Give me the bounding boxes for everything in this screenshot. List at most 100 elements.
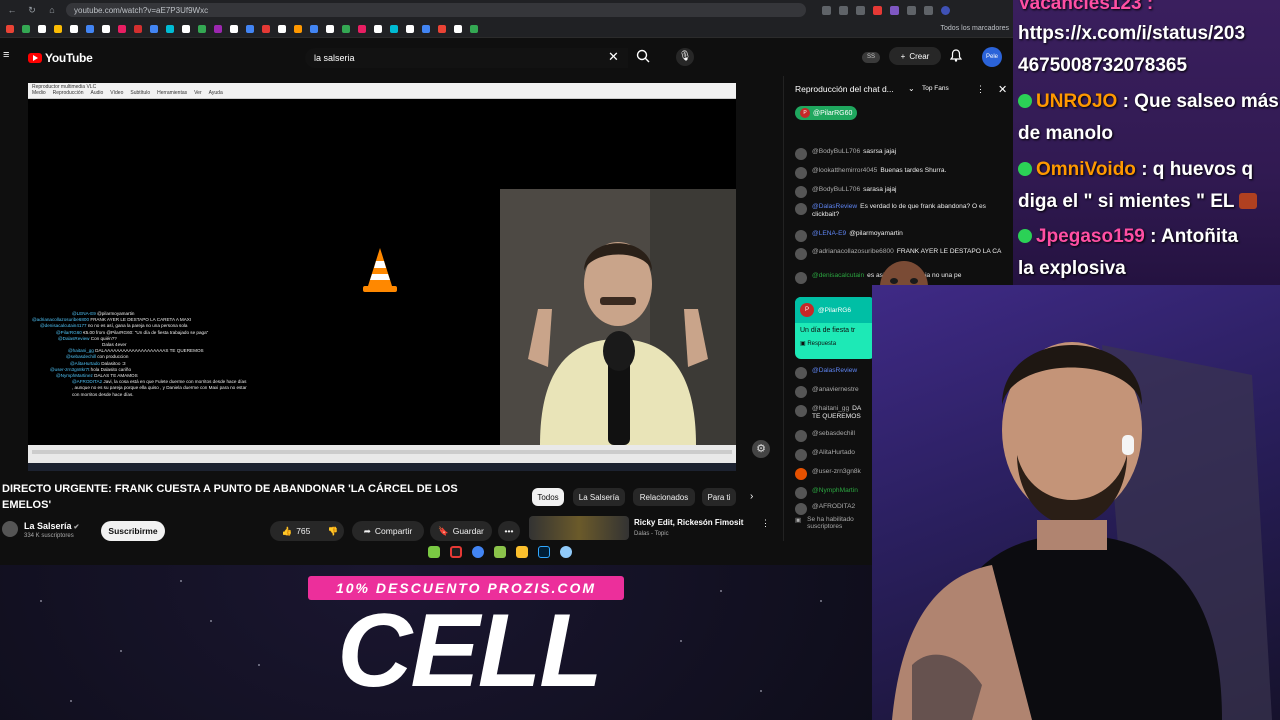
bookmark-icon[interactable] bbox=[310, 24, 318, 33]
youtube-logo[interactable]: YouTube bbox=[28, 51, 93, 65]
channel-name[interactable]: La Salsería ✔ bbox=[24, 521, 79, 531]
vlc-progress-bar[interactable] bbox=[32, 450, 732, 454]
bookmark-icon[interactable] bbox=[102, 24, 110, 33]
vlc-menu-item: Subtítulo bbox=[130, 90, 151, 96]
windows-taskbar bbox=[28, 463, 736, 471]
chat-more-icon[interactable]: ⋮ bbox=[976, 84, 985, 95]
bookmark-icon[interactable] bbox=[182, 24, 190, 33]
chrome-icon[interactable] bbox=[472, 546, 484, 558]
bookmark-icon[interactable] bbox=[406, 24, 414, 33]
bookmark-icon[interactable] bbox=[198, 24, 206, 33]
bookmark-icon[interactable] bbox=[22, 24, 30, 33]
bookmark-icon[interactable] bbox=[294, 24, 302, 33]
superchat-card[interactable]: P @PilarRG6 Un día de fiesta tr ▣ Respues… bbox=[795, 297, 875, 359]
chevron-right-icon[interactable]: › bbox=[750, 491, 753, 502]
channel-avatar[interactable] bbox=[2, 521, 18, 537]
bookmark-icon[interactable] bbox=[262, 24, 270, 33]
zoom-icon[interactable] bbox=[839, 5, 848, 15]
search-input[interactable]: la salseria bbox=[305, 48, 628, 68]
bookmark-icon[interactable] bbox=[246, 24, 254, 33]
home-icon[interactable]: ⌂ bbox=[46, 5, 58, 15]
extension-icon[interactable] bbox=[873, 5, 882, 15]
create-label: Crear bbox=[909, 51, 930, 61]
chat-mode-selector[interactable]: Reproducción del chat d... bbox=[795, 84, 894, 94]
user-avatar bbox=[795, 487, 807, 499]
bookmark-icon[interactable] bbox=[166, 24, 174, 33]
app-icon[interactable] bbox=[494, 546, 506, 558]
chat-badge-icon bbox=[1018, 162, 1032, 176]
top-fans-badge[interactable]: Top Fans bbox=[922, 85, 949, 92]
extension-icon[interactable] bbox=[890, 5, 899, 15]
webcam-video-frame bbox=[500, 189, 736, 445]
bookmark-icon[interactable] bbox=[70, 24, 78, 33]
plus-icon: + bbox=[900, 51, 906, 61]
bookmark-icon[interactable] bbox=[470, 24, 478, 33]
chevron-down-icon[interactable]: ⌄ bbox=[908, 84, 915, 93]
share-button[interactable]: ➦ Compartir bbox=[352, 521, 424, 541]
recommendation-thumbnail[interactable] bbox=[529, 516, 629, 540]
bookmark-icon[interactable] bbox=[390, 24, 398, 33]
all-bookmarks-folder[interactable]: Todos los marcadores bbox=[941, 25, 1009, 32]
bookmark-icon[interactable] bbox=[454, 24, 462, 33]
kebab-menu-icon[interactable]: ⋮ bbox=[761, 518, 770, 529]
bookmark-icon[interactable] bbox=[134, 24, 142, 33]
bookmark-icon[interactable] bbox=[230, 24, 238, 33]
like-button[interactable]: 👍 765 bbox=[270, 521, 322, 541]
embedded-chat-overlay: @LENA-E9 @pilarmoyamartin @adrianacollaz… bbox=[28, 311, 248, 446]
hamburger-menu-icon[interactable]: ≡ bbox=[3, 50, 13, 61]
vlc-menu-item: Vídeo bbox=[110, 90, 124, 96]
bookmark-icon[interactable] bbox=[422, 24, 430, 33]
chip-relacionados[interactable]: Relacionados bbox=[633, 488, 695, 506]
chat-message: @lookatthemirror4045 Buenas tardes Shurra… bbox=[795, 167, 1005, 179]
create-button[interactable]: + Crear bbox=[889, 47, 941, 65]
photoshop-icon[interactable] bbox=[538, 546, 550, 558]
account-avatar[interactable]: Pele bbox=[982, 47, 1002, 67]
app-icon[interactable] bbox=[560, 546, 572, 558]
recommendation-title[interactable]: Ricky Edit, Rickesón Fimosit bbox=[634, 518, 743, 527]
more-actions-button[interactable]: ••• bbox=[498, 521, 520, 541]
bookmark-icon[interactable] bbox=[86, 24, 94, 33]
close-icon[interactable]: ✕ bbox=[998, 83, 1007, 96]
bookmark-icon[interactable] bbox=[326, 24, 334, 33]
bookmark-icon[interactable] bbox=[38, 24, 46, 33]
bookmark-star-icon[interactable] bbox=[856, 5, 865, 15]
clear-search-icon[interactable]: ✕ bbox=[608, 50, 619, 63]
extensions-puzzle-icon[interactable] bbox=[924, 5, 933, 15]
reload-icon[interactable]: ↻ bbox=[26, 5, 38, 16]
video-settings-icon[interactable]: ⚙ bbox=[752, 440, 770, 458]
bookmark-icon[interactable] bbox=[54, 24, 62, 33]
folder-icon[interactable] bbox=[516, 546, 528, 558]
chat-message: @LENA-E9 @pilarmoyamartin bbox=[795, 230, 1005, 242]
bookmark-icon[interactable] bbox=[278, 24, 286, 33]
chip-todos[interactable]: Todos bbox=[532, 488, 564, 506]
extension-icon[interactable] bbox=[907, 5, 916, 15]
save-button[interactable]: 🔖 Guardar bbox=[430, 521, 492, 541]
bookmark-icon[interactable] bbox=[374, 24, 382, 33]
subscribe-button[interactable]: Suscribirme bbox=[101, 521, 165, 541]
notifications-bell-icon[interactable] bbox=[949, 49, 963, 65]
microphone-icon[interactable]: 🎙 bbox=[676, 48, 694, 66]
superchat-reply-button[interactable]: ▣ Respuesta bbox=[795, 334, 875, 347]
video-player[interactable]: Reproductor multimedia VLC Medio Reprodu… bbox=[28, 83, 736, 471]
chip-la-salseria[interactable]: La Salsería bbox=[573, 488, 625, 506]
back-icon[interactable]: ← bbox=[6, 5, 18, 15]
bookmark-icon[interactable] bbox=[358, 24, 366, 33]
bookmark-icon[interactable] bbox=[438, 24, 446, 33]
app-icon[interactable] bbox=[428, 546, 440, 558]
pinned-superchat-user[interactable]: P @PilarRG60 bbox=[795, 106, 858, 120]
streamer-webcam-person bbox=[892, 342, 1272, 720]
bookmark-icon[interactable] bbox=[342, 24, 350, 33]
bookmark-icon[interactable] bbox=[214, 24, 222, 33]
address-bar[interactable]: youtube.com/watch?v=aE7P3Uf9Wxc bbox=[66, 3, 806, 17]
bookmark-icon[interactable] bbox=[6, 24, 14, 33]
bookmark-icon[interactable] bbox=[150, 24, 158, 33]
dislike-button[interactable]: 👎 bbox=[322, 521, 344, 541]
youtube-logo-text: YouTube bbox=[45, 51, 93, 65]
search-icon[interactable] bbox=[636, 49, 652, 65]
app-icon[interactable] bbox=[450, 546, 462, 558]
vlc-menu-item: Medio bbox=[32, 90, 46, 96]
bookmark-icon[interactable] bbox=[118, 24, 126, 33]
chip-para-ti[interactable]: Para ti bbox=[702, 488, 736, 506]
profile-icon[interactable] bbox=[941, 5, 950, 15]
extension-icon[interactable] bbox=[822, 5, 831, 15]
